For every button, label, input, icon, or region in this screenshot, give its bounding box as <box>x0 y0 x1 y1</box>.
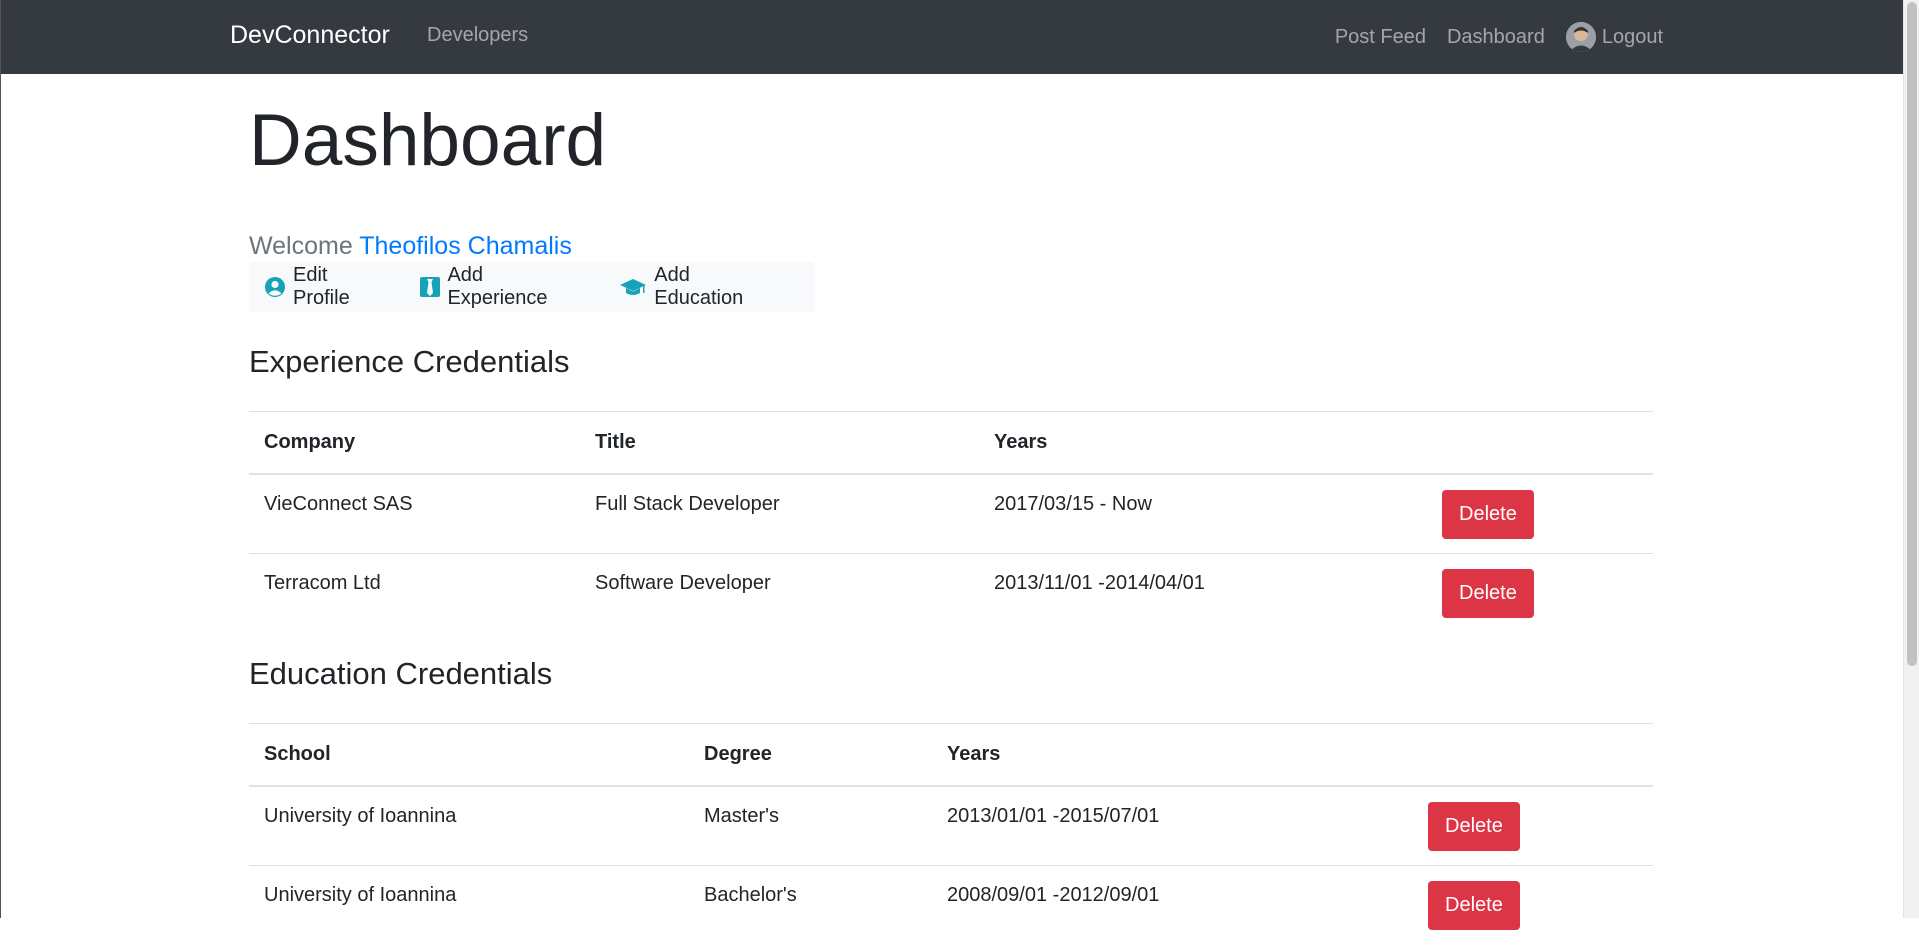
years-cell: 2013/11/01 -2014/04/01 <box>979 553 1427 634</box>
add-experience-button[interactable]: Add Experience <box>420 264 588 310</box>
column-header-actions <box>1413 723 1653 787</box>
user-profile-link[interactable]: Theofilos Chamalis <box>359 232 572 260</box>
delete-button[interactable]: Delete <box>1442 489 1534 539</box>
education-table: School Degree Years University of Ioanni… <box>249 723 1653 946</box>
delete-button[interactable]: Delete <box>1442 569 1534 618</box>
window-edge <box>0 0 1 918</box>
degree-cell: Master's <box>689 785 932 866</box>
column-header-school: School <box>249 723 689 787</box>
brand-link[interactable]: DevConnector <box>230 21 390 50</box>
title-cell: Full Stack Developer <box>580 473 979 554</box>
company-cell: Terracom Ltd <box>249 553 580 634</box>
title-cell: Software Developer <box>580 553 979 634</box>
action-cell: Delete <box>1413 865 1653 946</box>
action-cell: Delete <box>1427 473 1653 554</box>
scrollbar-thumb[interactable] <box>1907 2 1917 666</box>
column-header-actions <box>1427 411 1653 475</box>
table-row: University of Ioannina Master's 2013/01/… <box>249 785 1653 866</box>
degree-cell: Bachelor's <box>689 865 932 946</box>
years-cell: 2013/01/01 -2015/07/01 <box>932 785 1413 866</box>
delete-button[interactable]: Delete <box>1428 801 1520 851</box>
add-education-label: Add Education <box>654 264 744 309</box>
user-circle-icon <box>264 276 286 298</box>
school-cell: University of Ioannina <box>249 785 689 866</box>
action-cell: Delete <box>1413 785 1653 866</box>
experience-table: Company Title Years VieConnect SAS Full … <box>249 411 1653 634</box>
edit-profile-label: Edit Profile <box>293 264 350 309</box>
graduation-cap-icon <box>619 276 647 298</box>
nav-dashboard[interactable]: Dashboard <box>1447 26 1545 49</box>
company-cell: VieConnect SAS <box>249 473 580 554</box>
column-header-degree: Degree <box>689 723 932 787</box>
avatar <box>1565 22 1596 52</box>
welcome-text: Welcome Theofilos Chamalis <box>249 232 572 261</box>
table-row: University of Ioannina Bachelor's 2008/0… <box>249 865 1653 946</box>
action-cell: Delete <box>1427 553 1653 634</box>
table-row: Terracom Ltd Software Developer 2013/11/… <box>249 553 1653 634</box>
experience-heading: Experience Credentials <box>249 344 570 379</box>
column-header-title: Title <box>580 411 979 475</box>
dashboard-actions: Edit Profile Add Experience Add Educatio… <box>249 262 815 312</box>
logout-link[interactable]: Logout <box>1565 22 1663 52</box>
add-education-button[interactable]: Add Education <box>619 264 784 310</box>
table-header-row: Company Title Years <box>249 411 1653 475</box>
nav-developers[interactable]: Developers <box>427 24 528 47</box>
scrollbar[interactable] <box>1903 0 1919 918</box>
column-header-company: Company <box>249 411 580 475</box>
table-row: VieConnect SAS Full Stack Developer 2017… <box>249 473 1653 554</box>
column-header-years: Years <box>932 723 1413 787</box>
table-header-row: School Degree Years <box>249 723 1653 787</box>
nav-right: Post Feed Dashboard Logout <box>1335 21 1663 53</box>
years-cell: 2008/09/01 -2012/09/01 <box>932 865 1413 946</box>
page-title: Dashboard <box>249 100 607 181</box>
nav-post-feed[interactable]: Post Feed <box>1335 26 1426 49</box>
delete-button[interactable]: Delete <box>1428 881 1520 930</box>
welcome-prefix: Welcome <box>249 232 353 260</box>
column-header-years: Years <box>979 411 1427 475</box>
education-heading: Education Credentials <box>249 656 553 691</box>
school-cell: University of Ioannina <box>249 865 689 946</box>
years-cell: 2017/03/15 - Now <box>979 473 1427 554</box>
logout-label: Logout <box>1601 25 1663 48</box>
user-tie-icon <box>420 276 441 298</box>
add-experience-label: Add Experience <box>447 264 548 309</box>
navbar: DevConnector Developers Post Feed Dashbo… <box>1 0 1903 74</box>
edit-profile-button[interactable]: Edit Profile <box>264 264 389 310</box>
